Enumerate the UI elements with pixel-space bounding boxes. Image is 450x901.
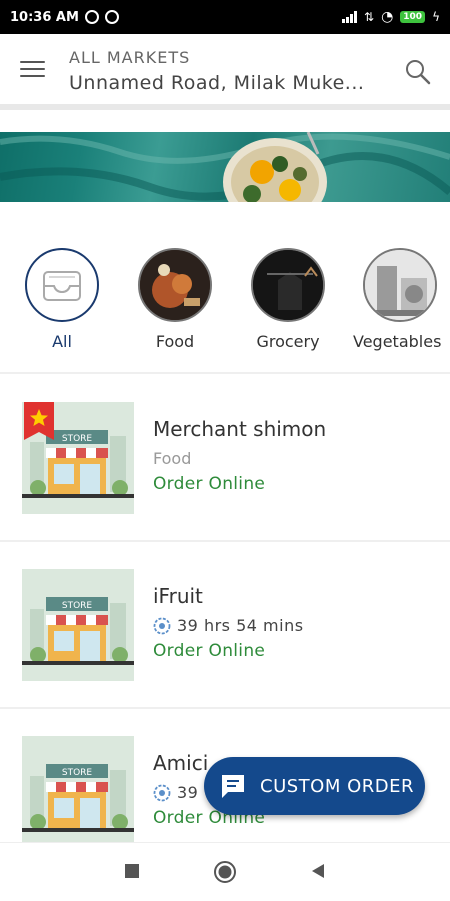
system-nav-bar: [0, 842, 450, 901]
timer-icon: [153, 617, 171, 634]
store-name: Merchant shimon: [153, 417, 327, 441]
back-icon[interactable]: [310, 863, 326, 879]
custom-order-button[interactable]: CUSTOM ORDER: [204, 757, 425, 815]
header-divider: [0, 104, 450, 110]
status-bar: 10:36 AM ⇅ ◔ 100 ϟ: [0, 0, 450, 34]
store-hours: 39 hrs 54 mins: [153, 616, 304, 635]
store-name: Amici: [153, 751, 209, 775]
order-online-link[interactable]: Order Online: [153, 474, 265, 494]
category-food[interactable]: Food: [130, 248, 220, 351]
banner-image: [0, 132, 450, 202]
wifi-icon: ◔: [381, 9, 394, 25]
category-vegetables-image: [363, 248, 437, 322]
app-header: ALL MARKETS Unnamed Road, Milak Muke...: [0, 34, 450, 106]
signal-icon: [342, 11, 357, 23]
charging-icon: ϟ: [432, 10, 440, 24]
menu-icon[interactable]: [20, 61, 45, 79]
home-icon[interactable]: [213, 860, 237, 884]
order-online-link[interactable]: Order Online: [153, 641, 265, 661]
status-time: 10:36 AM: [10, 9, 79, 25]
store-name: iFruit: [153, 584, 203, 608]
store-thumbnail: STORE: [22, 402, 134, 514]
battery-indicator: 100: [400, 11, 426, 23]
category-vegetables[interactable]: Vegetables: [353, 248, 450, 351]
store-hours: 39: [153, 783, 198, 802]
store-sign-text: STORE: [62, 768, 93, 778]
category-label: All: [52, 332, 72, 351]
inbox-icon: [43, 271, 81, 301]
category-food-image: [138, 248, 212, 322]
category-list: All Food Grocery Vegetables: [0, 248, 450, 358]
category-grocery[interactable]: Grocery: [243, 248, 333, 351]
category-all-image: [25, 248, 99, 322]
data-icon: ⇅: [364, 10, 375, 24]
custom-order-label: CUSTOM ORDER: [260, 775, 414, 797]
store-thumbnail: STORE: [22, 569, 134, 681]
category-label: Food: [155, 332, 195, 351]
category-grocery-image: [251, 248, 325, 322]
category-all[interactable]: All: [17, 248, 107, 351]
notification-icon: [84, 10, 99, 24]
recents-icon[interactable]: [124, 863, 140, 879]
store-hours-text: 39: [177, 783, 199, 802]
promo-banner[interactable]: [0, 132, 450, 202]
store-card[interactable]: STORE iFruit 39 hrs 54 mins Order Online: [0, 537, 450, 697]
category-label: Vegetables: [353, 332, 442, 351]
store-hours-text: 39 hrs 54 mins: [177, 616, 304, 635]
store-card[interactable]: STORE Merchant shimon Food Order Online: [0, 370, 450, 530]
store-sign-text: STORE: [62, 601, 93, 611]
location-address[interactable]: Unnamed Road, Milak Muke...: [69, 72, 379, 94]
notification-icon: [104, 10, 119, 24]
market-label: ALL MARKETS: [69, 48, 191, 67]
store-category: Food: [153, 449, 192, 468]
store-thumbnail: STORE: [22, 736, 134, 848]
chat-icon: [222, 775, 244, 798]
store-sign-text: STORE: [62, 434, 93, 444]
category-label: Grocery: [256, 332, 320, 351]
timer-icon: [153, 784, 171, 801]
featured-badge-icon: [24, 402, 54, 440]
search-icon[interactable]: [404, 58, 432, 86]
